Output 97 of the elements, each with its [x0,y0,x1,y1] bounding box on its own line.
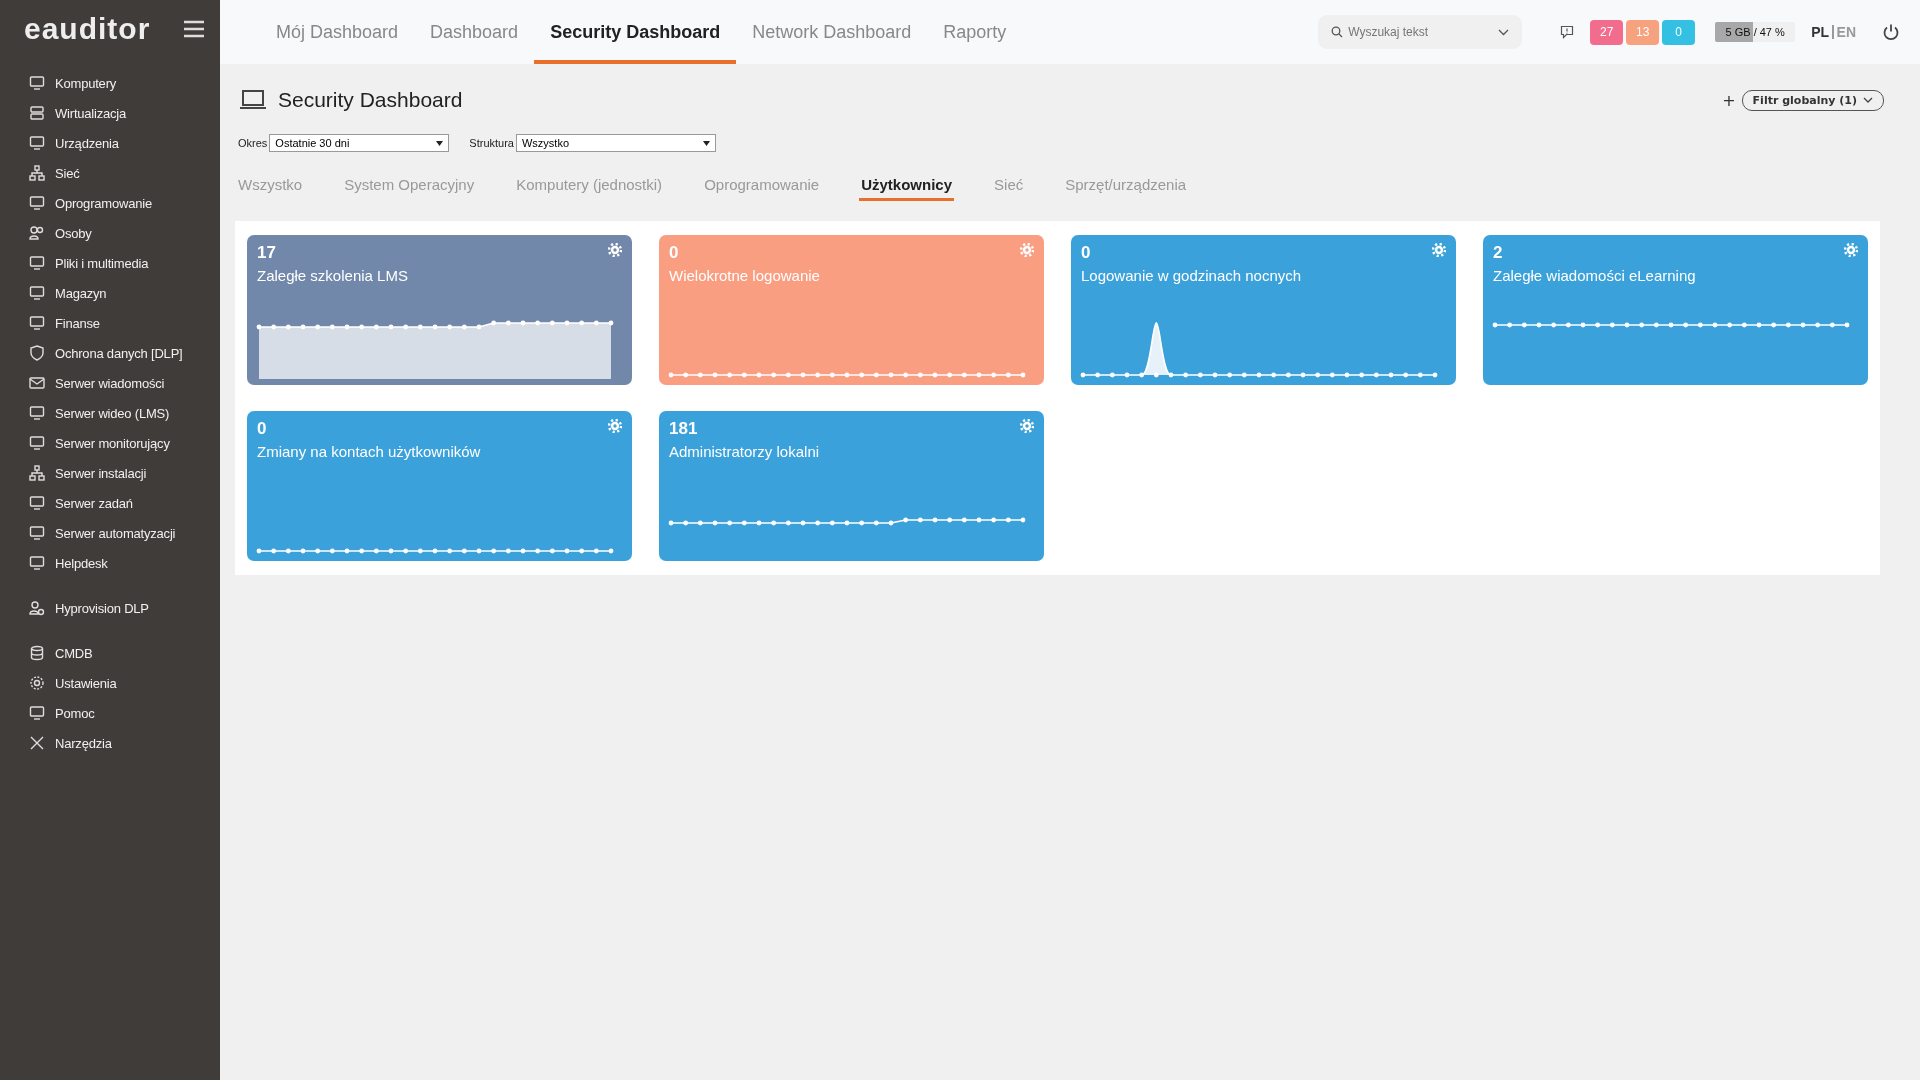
sidebar-label: Oprogramowanie [55,195,152,211]
shield-icon [29,345,45,361]
sidebar-item[interactable]: Finanse [0,308,220,338]
network-icon [29,465,45,481]
sidebar-item[interactable]: Magazyn [0,278,220,308]
sidebar-label: Wirtualizacja [55,105,127,121]
filter-label: Okres [238,137,268,149]
storage-reading: / 47 % [1753,26,1785,38]
sidebar-label: Pliki i multimedia [55,255,149,271]
chevron-down-icon [1498,29,1510,36]
power-icon[interactable] [1882,23,1900,41]
laptop-icon [240,89,266,111]
sidebar-label: Ochrona danych [DLP] [55,345,183,361]
filter-select[interactable]: Wszystko [516,134,716,152]
stat-value: 2 [1493,243,1504,263]
sidebar-item[interactable]: Hyprovision DLP [0,593,220,623]
sidebar-label: Helpdesk [55,555,108,571]
sidebar-item[interactable]: Serwer monitorujący [0,428,220,458]
sidebar-item[interactable]: Ustawienia [0,668,220,698]
tools-icon [29,735,45,751]
search-field[interactable]: Wyszukaj tekst [1318,15,1523,49]
settings-icon[interactable] [608,243,622,257]
stat-title: Wielokrotne logowanie [669,267,820,284]
alert-message-icon[interactable] [1560,25,1575,39]
page-title: Security Dashboard [278,88,463,112]
sidebar-item[interactable]: Osoby [0,218,220,248]
sidebar-label: Serwer instalacji [55,465,147,481]
sidebar-label: Serwer automatyzacji [55,525,176,541]
sidebar-item[interactable]: Serwer instalacji [0,458,220,488]
settings-icon[interactable] [1432,243,1446,257]
network-icon [29,165,45,181]
stat-value: 17 [257,243,277,263]
db-icon [29,645,45,661]
monitor-icon [29,195,45,211]
sidebar-item[interactable]: Serwer zadań [0,488,220,518]
sidebar-label: Serwer wideo (LMS) [55,405,170,421]
gear-icon [29,675,45,691]
sidebar-item[interactable]: Pliki i multimedia [0,248,220,278]
sidebar-item[interactable]: Narzędzia [0,728,220,758]
stat-value: 0 [669,243,680,263]
stat-value: 0 [257,419,268,439]
sidebar-label: Hyprovision DLP [55,600,149,616]
sidebar-label: Magazyn [55,285,107,301]
stat-title: Zaległe wiadomości eLearning [1493,267,1696,284]
sidebar-item[interactable]: Sieć [0,158,220,188]
settings-icon[interactable] [1844,243,1858,257]
sidebar-label: Osoby [55,225,92,241]
userlock-icon [29,600,45,616]
sidebar-label: Serwer wiadomości [55,375,165,391]
stat-title: Administratorzy lokalni [669,443,820,460]
logo[interactable]: eauditor [24,12,151,46]
add-filter-button[interactable]: + [1722,90,1736,110]
dashboard-tab[interactable]: Security Dashboard [534,0,737,64]
sidebar-item[interactable]: Serwer automatyzacji [0,518,220,548]
sidebar-label: Narzędzia [55,735,112,751]
storage-used: 5 GB [1725,26,1751,38]
settings-icon[interactable] [608,419,622,433]
server-icon [29,105,45,121]
category-tab[interactable]: Użytkownicy [859,172,955,201]
sidebar-item[interactable]: Wirtualizacja [0,98,220,128]
mail-icon [29,375,45,391]
search-icon [1331,26,1344,38]
menu-icon[interactable] [183,20,205,38]
dropdown-arrow-icon [703,140,710,146]
stat-value: 0 [1081,243,1092,263]
sidebar-label: Serwer zadań [55,495,133,511]
sidebar-item[interactable]: Serwer wideo (LMS) [0,398,220,428]
sidebar-item[interactable]: Pomoc [0,698,220,728]
stat-title: Logowanie w godzinach nocnych [1081,267,1302,284]
sidebar-item[interactable]: Helpdesk [0,548,220,578]
monitor-icon [29,75,45,91]
filter-select[interactable]: Ostatnie 30 dni [269,134,450,152]
sidebar-item[interactable]: Serwer wiadomości [0,368,220,398]
sidebar-label: Urządzenia [55,135,119,151]
sidebar-label: Finanse [55,315,100,331]
sidebar-item[interactable]: Oprogramowanie [0,188,220,218]
stat-title: Zaległe szkolenia LMS [257,267,408,284]
people-icon [29,225,45,241]
sidebar-label: Pomoc [55,705,95,721]
sidebar-label: Komputery [55,75,117,91]
global-filter-button[interactable]: Filtr globalny (1) [1741,89,1884,111]
stat-value: 181 [669,419,699,439]
sidebar-item[interactable]: Urządzenia [0,128,220,158]
sidebar-label: Serwer monitorujący [55,435,170,451]
sidebar-item[interactable]: Ochrona danych [DLP] [0,338,220,368]
sidebar-label: CMDB [55,645,93,661]
dropdown-arrow-icon [436,140,444,146]
settings-icon[interactable] [1020,419,1034,433]
settings-icon[interactable] [1020,243,1034,257]
chevron-down-icon [1863,97,1873,103]
sidebar-label: Sieć [55,165,80,181]
language-link[interactable]: PL [1811,24,1830,40]
sidebar-label: Ustawienia [55,675,117,691]
filter-label: Struktura [469,137,514,149]
sidebar-item[interactable]: CMDB [0,638,220,668]
stat-title: Zmiany na kontach użytkowników [257,443,481,460]
sidebar-item[interactable]: Komputery [0,68,220,98]
